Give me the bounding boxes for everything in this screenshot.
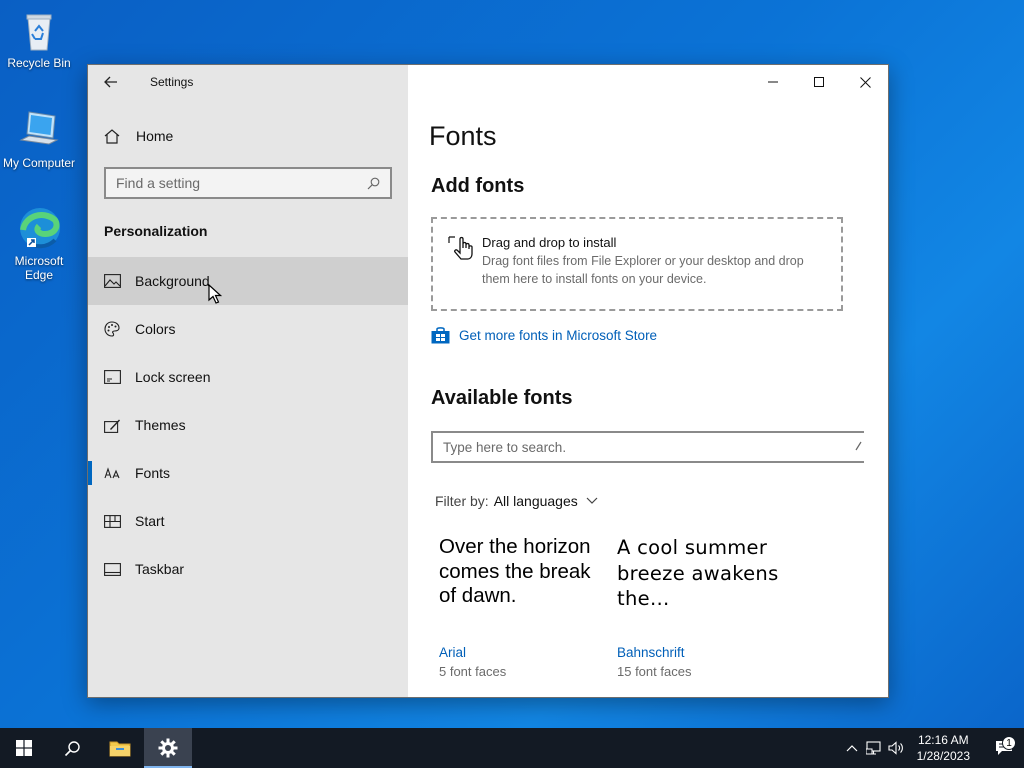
file-explorer-button[interactable] (96, 728, 144, 768)
notification-count-badge: 1 (1002, 736, 1016, 750)
sidebar-item-themes[interactable]: Themes (88, 401, 408, 449)
sidebar-item-start[interactable]: Start (88, 497, 408, 545)
font-sample-text: A cool summer breeze awakens the… (617, 536, 779, 610)
settings-window: Settings Home Find a setting Personaliza… (87, 64, 889, 698)
minimize-icon (768, 81, 778, 83)
section-title: Personalization (104, 223, 208, 239)
sidebar-item-label: Themes (135, 417, 186, 433)
drag-hand-icon (447, 233, 482, 309)
home-nav-item[interactable]: Home (88, 121, 408, 151)
themes-brush-icon (104, 418, 135, 433)
clock-date: 1/28/2023 (916, 749, 970, 763)
sidebar-item-background[interactable]: Background (88, 257, 408, 305)
font-sample-text: Over the horizon comes the break of dawn… (439, 535, 591, 607)
font-search-placeholder: Type here to search. (443, 439, 567, 455)
sidebar-nav: Background Colors Lock screen Themes Fon… (88, 257, 408, 593)
computer-icon (19, 111, 59, 145)
store-bag-icon (431, 327, 459, 344)
home-icon (104, 128, 136, 144)
clock-time: 12:16 AM (917, 733, 969, 747)
action-center-button[interactable]: 1 (984, 736, 1024, 756)
desktop-icon-label: Recycle Bin (7, 56, 71, 70)
windows-logo-icon (16, 740, 32, 756)
search-icon (64, 740, 80, 756)
title-bar: Settings (88, 65, 408, 99)
edge-icon (20, 208, 60, 249)
system-tray: 12:16 AM 1/28/2023 1 (841, 728, 1024, 768)
sidebar-item-label: Taskbar (135, 561, 185, 577)
mouse-cursor-icon (208, 284, 222, 304)
sidebar: Settings Home Find a setting Personaliza… (88, 65, 408, 697)
available-fonts-heading: Available fonts (431, 387, 573, 409)
language-filter[interactable]: Filter by: All languages (435, 493, 598, 509)
drop-zone-description: Drag font files from File Explorer or yo… (482, 254, 804, 286)
back-arrow-icon (104, 76, 117, 88)
folder-icon (109, 741, 131, 757)
clock[interactable]: 12:16 AM 1/28/2023 (917, 732, 970, 764)
sidebar-item-fonts[interactable]: Fonts (88, 449, 408, 497)
chevron-down-icon (586, 497, 598, 505)
fonts-icon (104, 466, 135, 480)
desktop-icon-my-computer[interactable]: My Computer (0, 106, 78, 170)
add-fonts-heading: Add fonts (431, 175, 525, 197)
sidebar-item-colors[interactable]: Colors (88, 305, 408, 353)
desktop-icon-recycle-bin[interactable]: Recycle Bin (0, 6, 78, 70)
search-icon (855, 441, 862, 450)
start-button[interactable] (0, 728, 48, 768)
sidebar-item-lock-screen[interactable]: Lock screen (88, 353, 408, 401)
font-card-arial[interactable]: Over the horizon comes the break of dawn… (439, 535, 609, 679)
find-setting-search[interactable]: Find a setting (104, 167, 392, 199)
taskbar-icon (104, 562, 135, 576)
maximize-icon (814, 77, 824, 87)
font-name: Bahnschrift (617, 645, 685, 660)
filter-value: All languages (493, 493, 578, 509)
sidebar-item-label: Lock screen (135, 369, 211, 385)
store-link-label: Get more fonts in Microsoft Store (459, 328, 658, 343)
app-title: Settings (150, 75, 194, 89)
speaker-icon (888, 741, 903, 755)
picture-icon (104, 274, 135, 288)
search-icon (367, 177, 380, 189)
microsoft-store-link[interactable]: Get more fonts in Microsoft Store (431, 327, 657, 344)
chevron-up-icon (846, 745, 858, 752)
start-tiles-icon (104, 514, 135, 528)
sidebar-item-label: Fonts (135, 465, 171, 481)
desktop-icon-label: My Computer (2, 156, 76, 170)
font-name: Arial (439, 645, 467, 660)
palette-icon (104, 321, 135, 337)
settings-taskbar-button[interactable] (144, 728, 192, 768)
sidebar-item-label: Background (135, 273, 210, 289)
caption-buttons (750, 65, 888, 99)
font-faces-count: 5 font faces (439, 664, 507, 679)
filter-label: Filter by: (435, 493, 489, 509)
font-faces-count: 15 font faces (617, 664, 692, 679)
recycle-bin-icon (26, 14, 52, 51)
font-card-bahnschrift[interactable]: A cool summer breeze awakens the… Bahnsc… (617, 535, 787, 679)
content-pane: Fonts Add fonts Drag and drop to install… (408, 65, 888, 697)
close-icon (859, 76, 871, 88)
minimize-button[interactable] (750, 65, 796, 99)
volume-button[interactable] (885, 741, 907, 755)
maximize-button[interactable] (796, 65, 842, 99)
gear-icon (158, 738, 178, 758)
sidebar-item-label: Start (135, 513, 165, 529)
search-button[interactable] (48, 728, 96, 768)
page-title: Fonts (429, 121, 497, 151)
close-button[interactable] (842, 65, 888, 99)
search-placeholder: Find a setting (116, 175, 201, 191)
home-label: Home (136, 128, 174, 144)
desktop-icon-microsoft-edge[interactable]: Microsoft Edge (0, 204, 78, 282)
network-button[interactable] (863, 741, 885, 755)
lock-screen-icon (104, 370, 135, 384)
back-button[interactable] (88, 65, 134, 99)
desktop-icon-label: Microsoft Edge (14, 254, 64, 282)
font-search-input[interactable]: Type here to search. (431, 431, 864, 463)
taskbar: 12:16 AM 1/28/2023 1 (0, 728, 1024, 768)
show-hidden-icons-button[interactable] (841, 744, 863, 752)
drop-zone-title: Drag and drop to install (482, 235, 617, 250)
font-drop-zone[interactable]: Drag and drop to install Drag font files… (431, 217, 843, 311)
network-icon (865, 741, 881, 755)
sidebar-item-taskbar[interactable]: Taskbar (88, 545, 408, 593)
sidebar-item-label: Colors (135, 321, 176, 337)
